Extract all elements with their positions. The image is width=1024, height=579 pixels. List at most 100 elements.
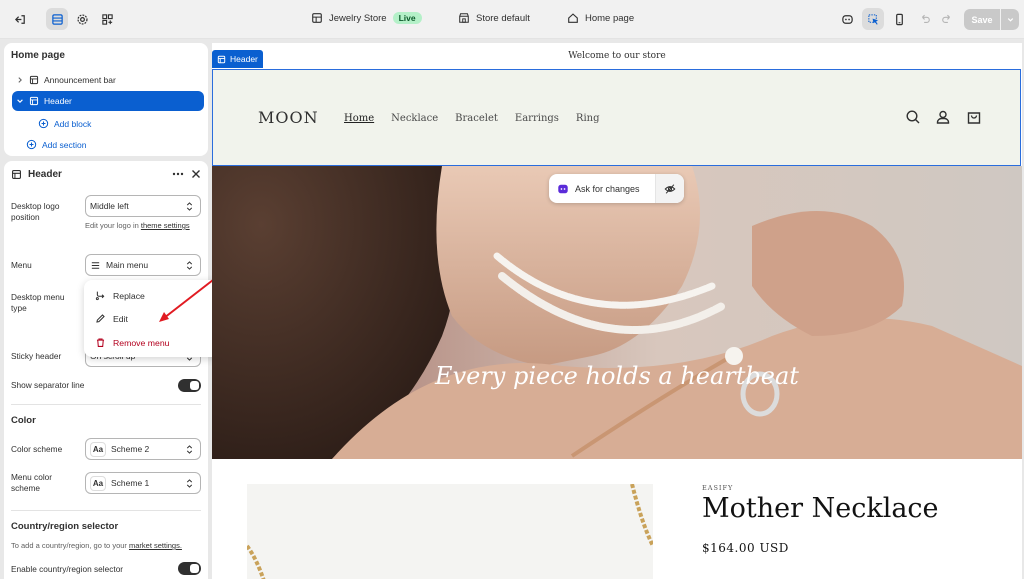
show-separator-label: Show separator line: [11, 380, 85, 390]
select-chevron-icon: [186, 261, 193, 270]
ask-for-changes-button[interactable]: Ask for changes: [549, 174, 655, 203]
menu-list-icon: [91, 261, 100, 269]
remove-menu-item[interactable]: Remove menu: [95, 337, 170, 348]
menu-select[interactable]: Main menu: [85, 254, 201, 276]
apps-button[interactable]: [96, 8, 118, 30]
sticky-header-label: Sticky header: [11, 351, 62, 361]
country-hint-text: To add a country/region, go to your: [11, 541, 129, 550]
color-swatch-icon: Aa: [90, 475, 106, 491]
save-button[interactable]: Save: [964, 9, 1000, 30]
desktop-logo-position-select[interactable]: Middle left: [85, 195, 201, 217]
store-selector[interactable]: Jewelry Store Live: [311, 12, 422, 24]
storefront-preview: Welcome to our store MOON Home Necklace …: [212, 43, 1022, 579]
product-image[interactable]: [247, 484, 653, 579]
replace-label: Replace: [113, 290, 145, 301]
color-group-title: Color: [11, 415, 36, 426]
section-item-label: Header: [44, 96, 72, 106]
product-price: $164.00 USD: [702, 541, 789, 555]
sections-tab-button[interactable]: [46, 8, 68, 30]
save-options-button[interactable]: [1001, 9, 1019, 30]
chevron-down-icon: [17, 99, 23, 103]
hero-banner[interactable]: Every piece holds a heartbeat: [212, 166, 1022, 459]
add-block-button[interactable]: Add block: [38, 118, 91, 129]
live-badge: Live: [392, 12, 422, 24]
market-settings-link[interactable]: market settings.: [129, 541, 182, 550]
menu-color-scheme-value: Scheme 1: [111, 478, 150, 488]
ai-assistant-button[interactable]: [836, 8, 858, 30]
section-icon: [29, 75, 39, 85]
search-icon[interactable]: [905, 109, 921, 125]
store-logo[interactable]: MOON: [258, 108, 319, 127]
page-selector[interactable]: Home page: [567, 12, 634, 24]
chevron-right-icon: [18, 77, 22, 83]
exit-icon: [14, 14, 25, 24]
nav-link-ring[interactable]: Ring: [576, 113, 600, 124]
sections-icon: [51, 13, 63, 25]
theme-selector[interactable]: Store default: [458, 12, 530, 24]
section-item-label: Announcement bar: [44, 75, 116, 85]
logo-hint: Edit your logo in theme settings: [85, 221, 190, 230]
hide-widget-button[interactable]: [655, 174, 684, 203]
hero-heading: Every piece holds a heartbeat: [435, 362, 799, 390]
store-name: Jewelry Store: [329, 12, 387, 24]
plus-circle-icon: [26, 139, 37, 150]
store-icon: [312, 13, 322, 23]
nav-link-bracelet[interactable]: Bracelet: [455, 113, 498, 124]
section-item-header[interactable]: Header: [12, 91, 204, 111]
sections-panel: Home page Announcement bar Header Add bl…: [4, 43, 208, 156]
page-name: Home page: [585, 12, 635, 24]
edit-label: Edit: [113, 313, 128, 324]
replace-icon: [95, 291, 105, 301]
enable-country-toggle[interactable]: [178, 562, 201, 575]
more-actions-button[interactable]: [171, 168, 185, 183]
undo-button[interactable]: [914, 8, 936, 30]
add-section-label: Add section: [42, 139, 87, 150]
main-navigation: Home Necklace Bracelet Earrings Ring: [344, 113, 600, 124]
show-separator-toggle[interactable]: [178, 379, 201, 392]
color-scheme-label: Color scheme: [11, 444, 63, 454]
product-title: Mother Necklace: [702, 493, 939, 524]
menu-color-scheme-select[interactable]: Aa Scheme 1: [85, 472, 201, 494]
menu-label: Menu: [11, 260, 32, 270]
select-chevron-icon: [186, 445, 193, 454]
section-icon: [29, 96, 39, 106]
close-button[interactable]: [190, 168, 202, 183]
color-scheme-select[interactable]: Aa Scheme 2: [85, 438, 201, 460]
cursor-select-icon: [867, 13, 878, 25]
announcement-bar[interactable]: Welcome to our store: [212, 43, 1022, 68]
nav-link-necklace[interactable]: Necklace: [391, 113, 438, 124]
section-tag-label: Header: [230, 54, 258, 64]
sections-panel-title: Home page: [11, 50, 65, 61]
chevron-down-icon: [1007, 18, 1013, 22]
redo-icon: [942, 14, 950, 23]
add-section-button[interactable]: Add section: [26, 139, 86, 150]
add-block-label: Add block: [54, 118, 92, 129]
section-icon: [12, 170, 21, 179]
cart-icon[interactable]: [966, 109, 982, 125]
editor-topbar: Jewelry Store Live Store default Home pa…: [0, 0, 1024, 39]
nav-link-earrings[interactable]: Earrings: [515, 113, 559, 124]
theme-settings-link[interactable]: theme settings: [141, 221, 190, 230]
mobile-preview-button[interactable]: [888, 8, 910, 30]
pencil-icon: [96, 314, 105, 323]
sidekick-icon: [841, 14, 853, 24]
theme-settings-button[interactable]: [71, 8, 93, 30]
redo-button[interactable]: [936, 8, 958, 30]
home-icon: [568, 13, 578, 23]
inspector-button[interactable]: [862, 8, 884, 30]
select-chevron-icon: [186, 479, 193, 488]
account-icon[interactable]: [935, 109, 951, 125]
theme-name: Store default: [476, 12, 530, 24]
mobile-icon: [895, 13, 903, 25]
nav-link-home[interactable]: Home: [344, 113, 374, 124]
site-header[interactable]: MOON Home Necklace Bracelet Earrings Rin…: [212, 69, 1021, 166]
color-swatch-icon: Aa: [90, 441, 106, 457]
eye-off-icon: [664, 183, 676, 194]
remove-menu-label: Remove menu: [113, 337, 170, 348]
replace-menu-item[interactable]: Replace: [95, 290, 145, 301]
undo-icon: [922, 14, 930, 23]
exit-button[interactable]: [9, 8, 31, 30]
section-item-announcement-bar[interactable]: Announcement bar: [12, 70, 204, 90]
necklace-image: [247, 484, 653, 579]
divider: [11, 404, 201, 405]
